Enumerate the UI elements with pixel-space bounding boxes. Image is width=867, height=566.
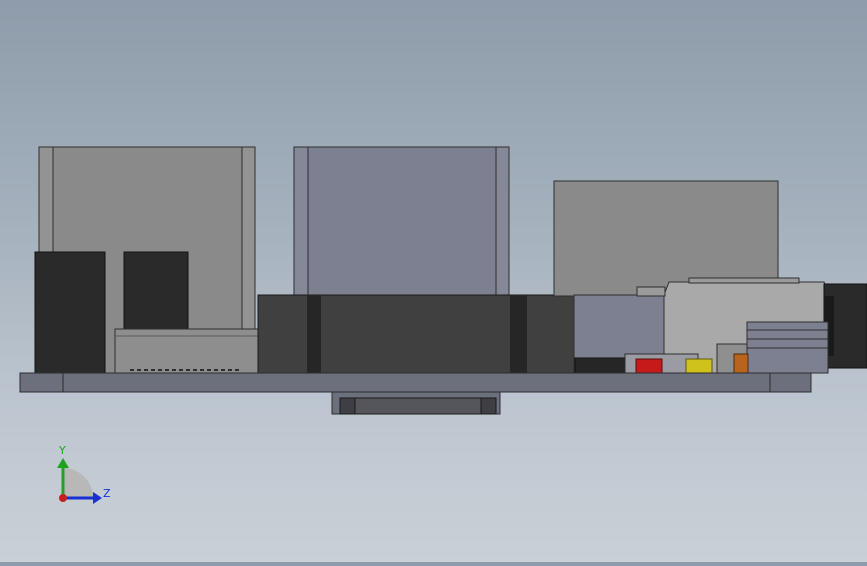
middle-housing [293,146,510,296]
yellow-component [685,358,713,374]
long-dark-connector [257,294,577,374]
low-connector [114,328,259,374]
underside-connector [331,391,501,415]
left-dark-block-1 [34,251,106,374]
left-dark-block-2 [123,251,189,331]
pin-header [746,321,829,374]
pcb-board [19,372,812,393]
coordinate-triad: Y Z [57,444,111,504]
orange-component [733,353,749,374]
red-component [635,358,663,374]
z-axis-label: Z [103,487,111,500]
black-component [574,357,632,374]
x-axis-dot [59,494,67,502]
cad-viewport[interactable]: Y Z [0,0,867,562]
y-axis-label: Y [58,444,66,457]
board-side-view[interactable]: Y Z [0,0,867,562]
